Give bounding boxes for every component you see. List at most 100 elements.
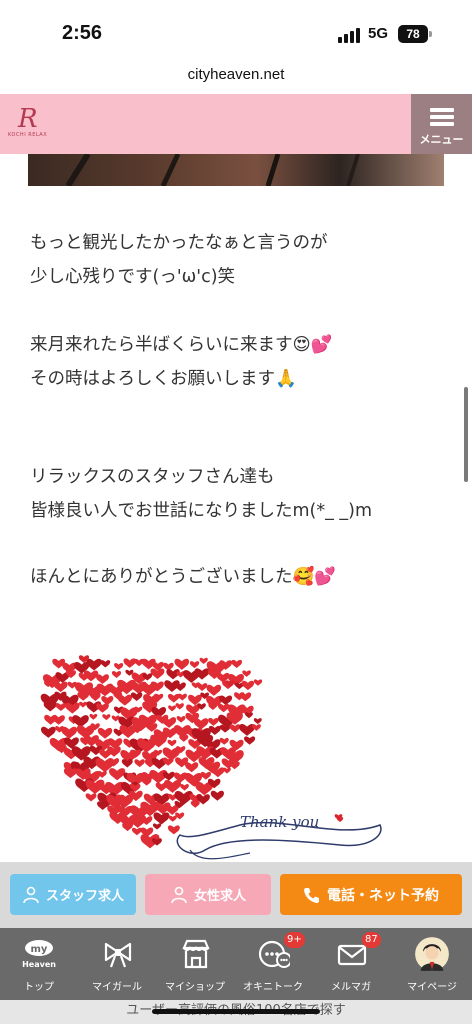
small-heart-icon [208,717,219,726]
tab-okini-talk[interactable]: 9+ オキニトーク [234,928,312,1000]
tel-reserve-button[interactable]: 電話・ネット予約 [280,874,462,915]
small-heart-icon [109,768,126,781]
small-heart-icon [219,695,233,706]
network-label: 5G [368,25,389,42]
logo-text: KOCHI RELAX [8,132,48,138]
small-heart-icon [174,682,186,692]
menu-label: メニュー [419,133,464,146]
small-heart-icon [163,779,181,793]
shop-icon [182,939,210,969]
menu-button[interactable]: メニュー [411,94,472,154]
tab-my-girl[interactable]: マイガール [78,928,156,1000]
small-heart-icon [134,759,145,768]
tab-top[interactable]: my Heaven トップ [0,928,78,1000]
logo-mark: R [18,104,38,134]
scrollbar[interactable] [464,387,468,482]
small-heart-icon [97,727,113,739]
post-line-1: もっと観光したかったなぁと言うのが [30,233,328,253]
small-heart-icon [239,692,252,702]
post-photo [28,154,444,186]
small-heart-icon [61,726,78,739]
thank-you-caption: Thank you [240,813,319,831]
okini-talk-badge: 9+ [284,932,305,948]
small-heart-icon [177,693,187,701]
small-heart-icon [85,793,97,802]
battery-tip [429,31,432,37]
female-recruit-label: 女性求人 [193,889,246,904]
small-heart-icon [55,703,67,712]
small-heart-icon [208,725,221,736]
small-heart-icon [167,739,177,747]
small-heart-icon [162,771,175,781]
small-heart-icon [52,715,65,725]
small-heart-icon [40,726,56,738]
thank-you-heart-image: Thank you [40,655,382,860]
tab-my-shop-label: マイショップ [165,982,225,993]
small-heart-icon [241,680,255,691]
small-heart-icon [100,660,111,668]
small-heart-icon [219,737,229,745]
person-icon [171,886,187,903]
post-line-4: その時はよろしくお願いします🙏 [30,369,297,389]
small-heart-icon [102,714,111,721]
small-heart-icon [96,674,110,685]
hamburger-icon [430,108,454,126]
mail-magazine-badge: 87 [362,932,381,948]
post-line-5: リラックスのスタッフさん達も [30,467,275,487]
small-heart-icon [210,790,224,801]
small-heart-icon [253,679,263,686]
small-heart-icon [130,692,143,702]
site-header: R KOCHI RELAX メニュー [0,94,472,154]
tab-top-label: トップ [24,982,54,993]
small-heart-icon [86,658,102,671]
tab-my-shop[interactable]: マイショップ [156,928,234,1000]
staff-recruit-button[interactable]: スタッフ求人 [10,874,136,915]
photo-detail [65,154,360,186]
small-heart-icon [174,658,190,670]
tab-mail-magazine[interactable]: 87 メルマガ [312,928,390,1000]
small-heart-icon [152,823,162,830]
ribbon-icon [104,942,132,968]
small-heart-icon [111,671,122,678]
small-heart-icon [180,783,189,791]
small-heart-icon [196,683,208,692]
signal-icon [338,27,362,43]
small-heart-icon [114,663,124,670]
small-heart-icon [161,717,177,728]
tab-my-girl-label: マイガール [92,982,142,993]
small-heart-icon [79,701,87,708]
my-heaven-logo-bottom: Heaven [22,960,56,969]
small-heart-icon [253,718,262,725]
small-heart-icon [185,762,199,773]
small-heart-icon [153,812,170,825]
status-time: 2:56 [62,22,103,44]
female-recruit-button[interactable]: 女性求人 [145,874,271,915]
post-line-2: 少し心残りです(っ'ω'c)笑 [30,267,236,287]
small-heart-icon [244,736,256,745]
url-bar[interactable]: cityheaven.net [0,60,472,94]
staff-recruit-label: スタッフ求人 [45,889,124,904]
small-heart-icon [131,827,142,836]
tab-my-page-label: マイページ [407,982,457,993]
post-line-3: 来月来れたら半ばくらいに来ます😍💕 [30,335,333,355]
small-heart-icon [200,771,212,780]
home-indicator [152,1009,320,1014]
small-heart-icon [123,658,137,668]
small-heart-icon [217,703,230,713]
shop-logo[interactable]: R KOCHI RELAX [8,104,54,144]
post-line-6: 皆様良い人でお世話になりましたm(*_ _)m [30,501,373,521]
small-heart-icon [167,825,180,835]
small-heart-icon [229,724,241,733]
small-heart-icon [199,657,208,664]
my-heaven-logo-top: my [31,944,48,955]
action-bar: スタッフ求人 女性求人 電話・ネット予約 [0,862,472,928]
small-heart-icon [168,815,177,822]
phone-icon [304,887,319,903]
avatar-icon [415,937,449,971]
tab-my-page[interactable]: マイページ [392,928,472,1000]
small-heart-icon [83,670,99,682]
small-heart-icon [176,715,186,723]
small-heart-icon [193,718,209,730]
small-heart-icon [117,694,133,706]
small-heart-icon [168,705,177,712]
